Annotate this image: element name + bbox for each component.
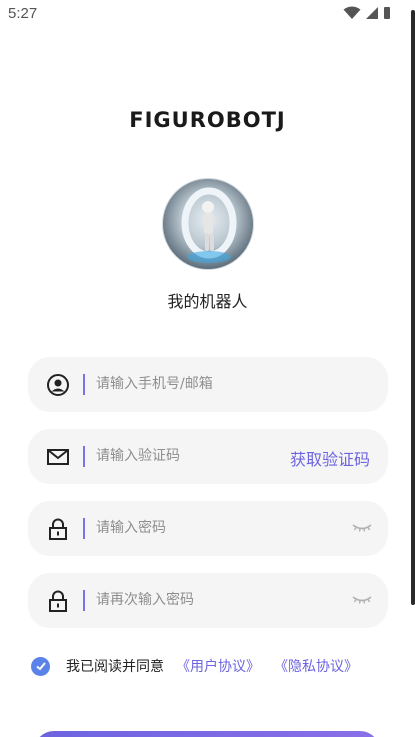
- user-icon: [47, 374, 69, 396]
- app-name: 我的机器人: [167, 292, 248, 311]
- signal-icon: [366, 7, 378, 19]
- register-button[interactable]: [34, 731, 380, 737]
- status-icons: [343, 6, 391, 20]
- eye-closed-icon[interactable]: [352, 520, 372, 534]
- get-code-button[interactable]: 获取验证码: [290, 446, 370, 470]
- agreement-row: 我已阅读并同意 《用户协议》 《隐私协议》: [31, 655, 372, 677]
- avatar[interactable]: [162, 178, 254, 270]
- user-agreement-link[interactable]: 《用户协议》: [176, 656, 260, 676]
- input-divider: [83, 518, 85, 539]
- input-divider: [83, 446, 85, 467]
- account-input[interactable]: [96, 372, 326, 396]
- battery-icon: [384, 7, 390, 19]
- privacy-policy-link[interactable]: 《隐私协议》: [274, 656, 358, 676]
- robot-figure-image: [181, 187, 237, 263]
- check-icon: [35, 662, 46, 671]
- input-divider: [83, 374, 85, 395]
- password-field[interactable]: [28, 501, 388, 556]
- verification-code-input[interactable]: [96, 444, 276, 468]
- status-bar: 5:27: [0, 0, 415, 28]
- account-field[interactable]: [28, 357, 388, 412]
- mail-icon: [47, 449, 69, 465]
- eye-closed-icon[interactable]: [352, 592, 372, 606]
- confirm-password-input[interactable]: [96, 588, 326, 612]
- brand-logo: FIGUROBOTJ: [129, 108, 286, 132]
- confirm-password-field[interactable]: [28, 573, 388, 628]
- agreement-text: 我已阅读并同意: [66, 659, 164, 675]
- input-divider: [83, 590, 85, 611]
- agreement-checkbox[interactable]: [31, 656, 50, 676]
- lock-icon: [49, 590, 67, 612]
- password-input[interactable]: [96, 516, 326, 540]
- verification-code-field[interactable]: 获取验证码: [28, 429, 388, 484]
- lock-icon: [49, 518, 67, 540]
- status-time: 5:27: [8, 5, 38, 22]
- wifi-icon: [343, 6, 361, 19]
